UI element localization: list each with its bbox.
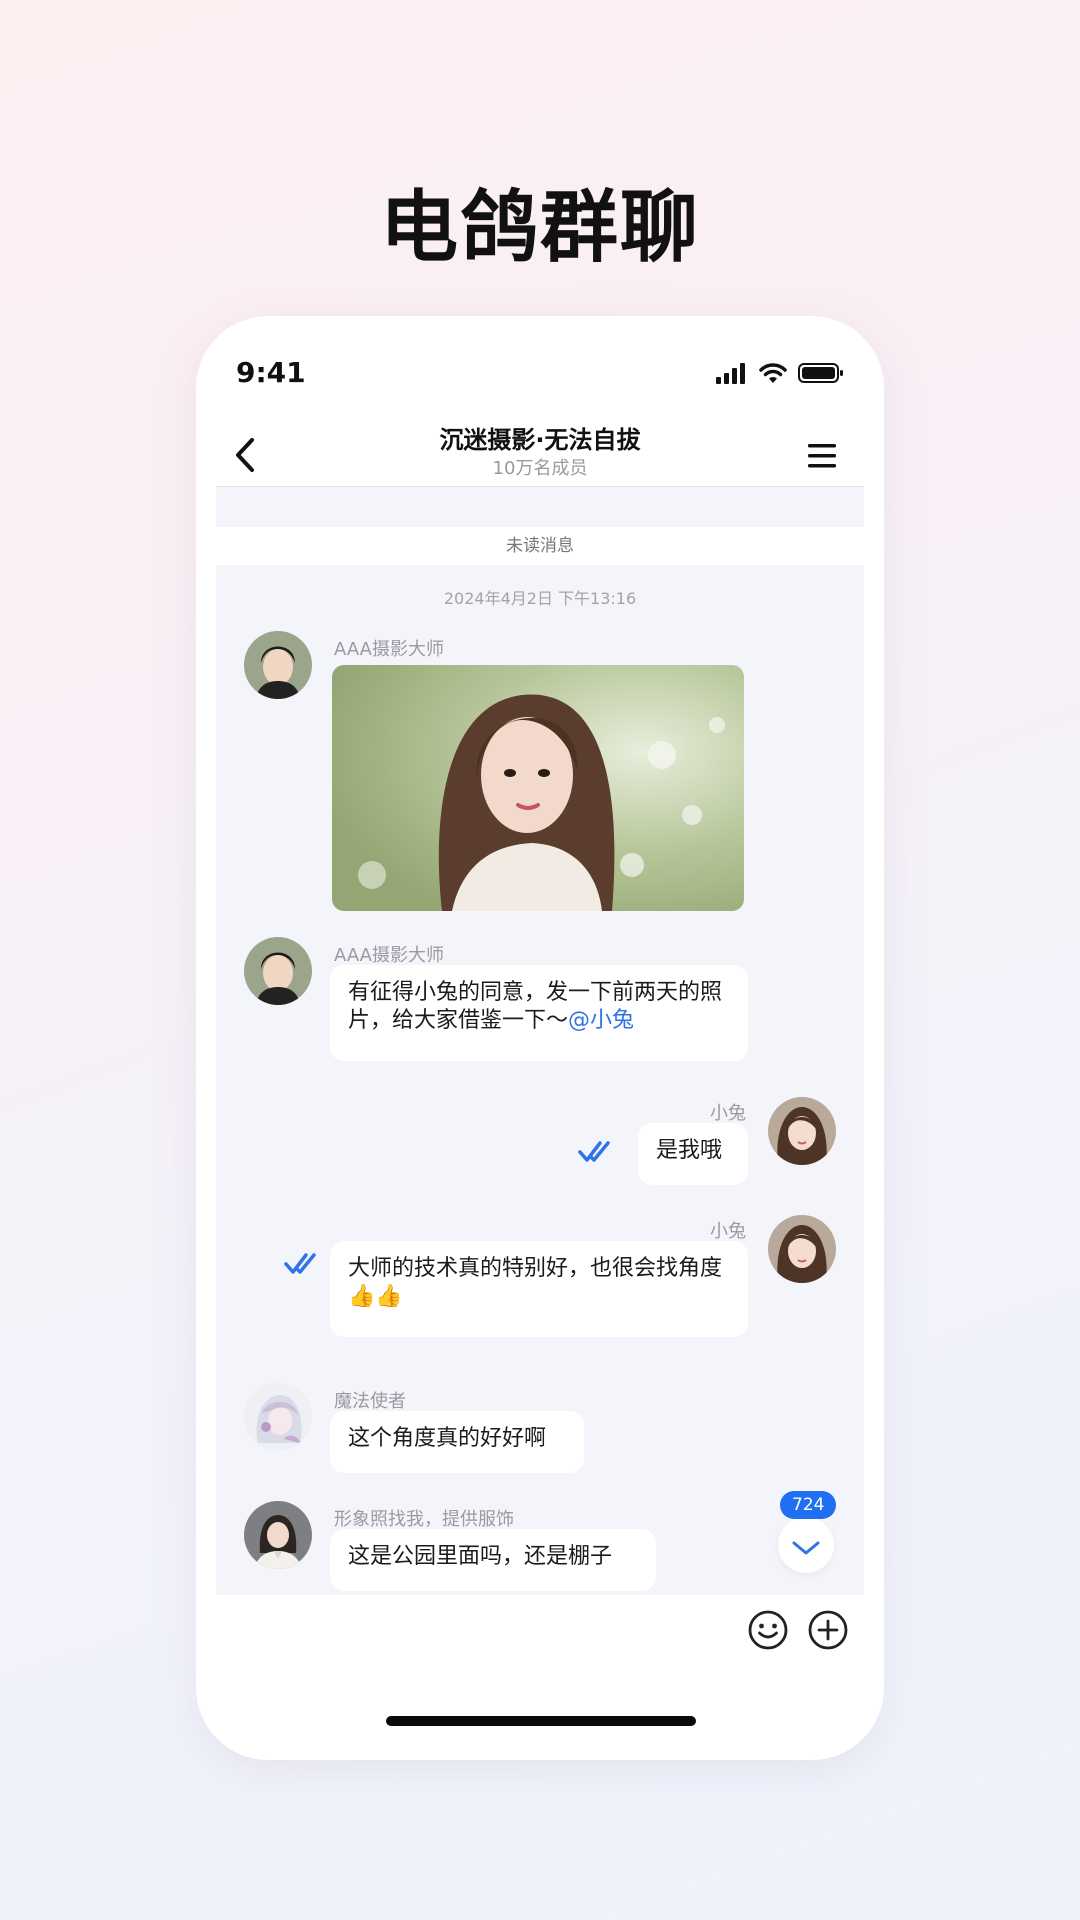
sender-name: 形象照找我，提供服饰 bbox=[334, 1509, 514, 1530]
hamburger-menu-icon[interactable] bbox=[800, 434, 844, 478]
avatar[interactable] bbox=[244, 631, 312, 699]
avatar[interactable] bbox=[244, 937, 312, 1005]
status-icons bbox=[716, 358, 844, 384]
mention-link[interactable]: @小兔 bbox=[568, 1008, 634, 1033]
double-check-icon bbox=[578, 1141, 610, 1162]
member-count: 10万名成员 bbox=[492, 458, 588, 479]
message-text: 是我哦 bbox=[656, 1138, 723, 1163]
sender-name: 小兔 bbox=[710, 1103, 746, 1124]
photo-message[interactable] bbox=[332, 665, 744, 911]
status-time: 9:41 bbox=[236, 356, 306, 389]
scroll-to-bottom-button[interactable] bbox=[778, 1517, 834, 1573]
smiley-icon[interactable] bbox=[746, 1608, 790, 1652]
chat-message-list[interactable]: 未读消息 2024年4月2日 下午13:16 AAA摄影大师 AAA摄影大师 有… bbox=[216, 486, 864, 1595]
chat-title: 沉迷摄影·无法自拔 bbox=[439, 426, 641, 454]
home-indicator bbox=[386, 1716, 696, 1726]
message-bubble[interactable]: 这是公园里面吗，还是棚子 bbox=[330, 1529, 656, 1591]
double-check-icon bbox=[284, 1253, 316, 1274]
avatar[interactable] bbox=[244, 1501, 312, 1569]
message-timestamp: 2024年4月2日 下午13:16 bbox=[443, 589, 637, 608]
message-bubble[interactable]: 这个角度真的好好啊 bbox=[330, 1411, 584, 1473]
avatar[interactable] bbox=[768, 1097, 836, 1165]
phone-frame: 9:41 沉迷摄影·无法自拔 10万名成员 未读消息 2024年4月2日 下午1… bbox=[196, 316, 884, 1760]
wifi-icon bbox=[759, 363, 787, 383]
unread-divider: 未读消息 bbox=[216, 527, 864, 565]
message-text: 这是公园里面吗，还是棚子 bbox=[348, 1544, 613, 1569]
message-text: 这个角度真的好好啊 bbox=[348, 1426, 547, 1451]
unread-count-badge: 724 bbox=[780, 1491, 837, 1519]
input-bar bbox=[196, 1594, 884, 1684]
signal-icon bbox=[716, 363, 745, 384]
message-bubble[interactable]: 大师的技术真的特别好，也很会找角度👍👍 bbox=[330, 1241, 748, 1337]
sender-name: 小兔 bbox=[710, 1221, 746, 1242]
sender-name: 魔法使者 bbox=[334, 1391, 406, 1412]
message-bubble[interactable]: 有征得小兔的同意，发一下前两天的照片，给大家借鉴一下～@小兔 bbox=[330, 965, 748, 1061]
plus-circle-icon[interactable] bbox=[806, 1608, 850, 1652]
message-text: 有征得小兔的同意，发一下前两天的照片，给大家借鉴一下～ bbox=[348, 980, 723, 1033]
sender-name: AAA摄影大师 bbox=[334, 639, 444, 660]
status-bar: 9:41 bbox=[196, 316, 884, 426]
avatar[interactable] bbox=[244, 1383, 312, 1451]
battery-icon bbox=[798, 363, 843, 383]
page-headline: 电鸽群聊 bbox=[379, 183, 700, 273]
message-text: 大师的技术真的特别好，也很会找角度👍👍 bbox=[348, 1256, 723, 1309]
avatar[interactable] bbox=[768, 1215, 836, 1283]
message-bubble[interactable]: 是我哦 bbox=[638, 1123, 748, 1185]
sender-name: AAA摄影大师 bbox=[334, 945, 444, 966]
chevron-down-icon bbox=[792, 1541, 820, 1555]
